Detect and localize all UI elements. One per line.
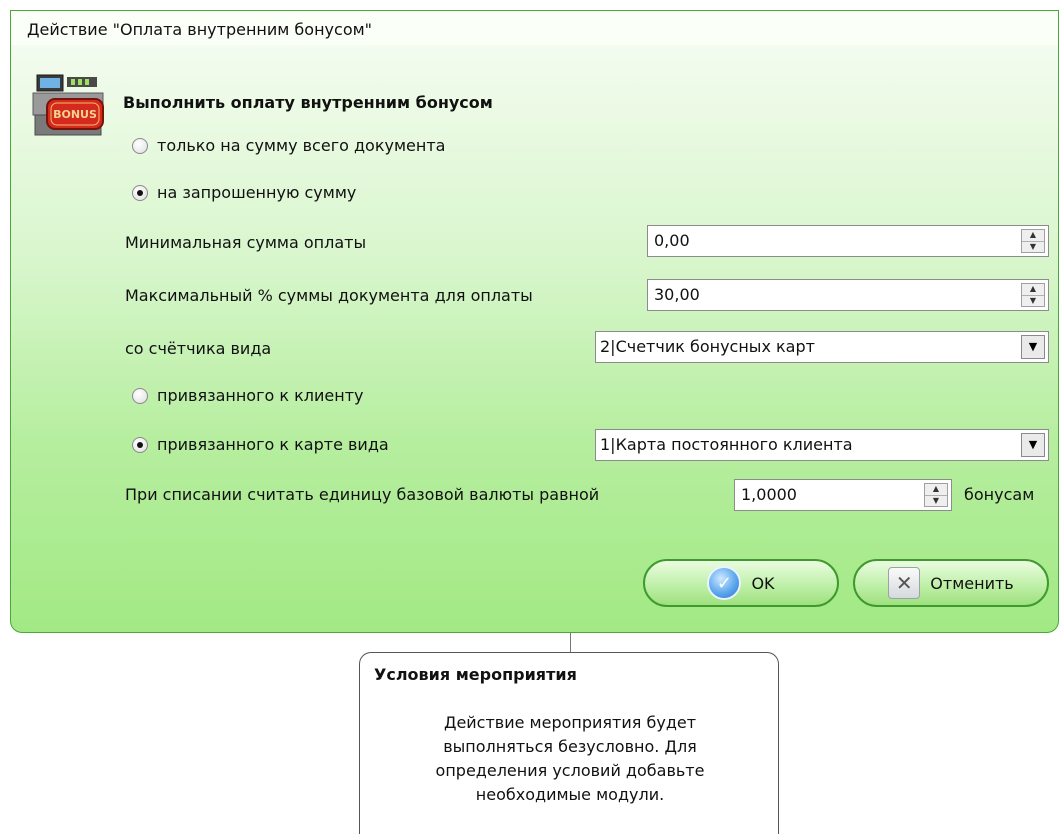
logo-text: BONUS [53, 108, 97, 121]
cancel-button-label: Отменить [930, 573, 1014, 593]
card-type-select[interactable]: 1|Карта постоянного клиента ▼ [595, 429, 1049, 461]
rate-field[interactable]: 1,0000 ▲ ▼ [734, 479, 952, 511]
ok-button-label: OK [751, 573, 775, 593]
conditions-note: Условия мероприятия Действие мероприятия… [359, 652, 779, 834]
radio-requested-sum-label[interactable]: на запрошенную сумму [157, 183, 356, 202]
radio-linked-card[interactable] [132, 437, 148, 453]
max-percent-label: Максимальный % суммы документа для оплат… [125, 286, 533, 305]
rate-label: При списании считать единицу базовой вал… [125, 485, 600, 504]
radio-linked-client-label[interactable]: привязанного к клиенту [157, 386, 364, 405]
max-percent-value: 30,00 [654, 285, 700, 304]
max-percent-field[interactable]: 30,00 ▲ ▼ [647, 279, 1049, 311]
note-title: Условия мероприятия [374, 665, 577, 684]
spin-down-icon[interactable]: ▼ [1022, 296, 1044, 307]
radio-linked-card-label[interactable]: привязанного к карте вида [157, 435, 389, 454]
rate-value: 1,0000 [741, 485, 797, 504]
spin-up-icon[interactable]: ▲ [1022, 284, 1044, 296]
form-heading: Выполнить оплату внутренним бонусом [123, 93, 493, 112]
card-type-value: 1|Карта постоянного клиента [600, 435, 853, 454]
radio-whole-document[interactable] [132, 138, 148, 154]
cancel-button[interactable]: ✕ Отменить [853, 559, 1049, 607]
rate-spinner[interactable]: ▲ ▼ [924, 483, 948, 507]
spin-down-icon[interactable]: ▼ [1022, 242, 1044, 253]
checkmark-icon: ✓ [707, 566, 742, 600]
max-percent-spinner[interactable]: ▲ ▼ [1021, 283, 1045, 307]
min-sum-spinner[interactable]: ▲ ▼ [1021, 229, 1045, 253]
radio-selected-dot [137, 190, 143, 196]
radio-whole-document-label[interactable]: только на сумму всего документа [157, 136, 445, 155]
window-title: Действие "Оплата внутренним бонусом" [27, 20, 373, 39]
radio-requested-sum[interactable] [132, 185, 148, 201]
title-bar: Действие "Оплата внутренним бонусом" [11, 11, 1058, 45]
counter-type-label: со счётчика вида [125, 339, 272, 358]
chevron-down-icon[interactable]: ▼ [1021, 335, 1045, 359]
action-dialog-panel: Действие "Оплата внутренним бонусом" BON… [10, 10, 1059, 633]
chevron-down-icon[interactable]: ▼ [1021, 433, 1045, 457]
spin-up-icon[interactable]: ▲ [1022, 230, 1044, 242]
radio-linked-client[interactable] [132, 388, 148, 404]
counter-type-value: 2|Счетчик бонусных карт [600, 337, 815, 356]
counter-type-select[interactable]: 2|Счетчик бонусных карт ▼ [595, 331, 1049, 363]
ok-button[interactable]: ✓ OK [643, 559, 839, 607]
radio-selected-dot [137, 442, 143, 448]
note-text: Действие мероприятия будет выполняться б… [435, 713, 705, 804]
min-sum-label: Минимальная сумма оплаты [125, 233, 367, 252]
min-sum-field[interactable]: 0,00 ▲ ▼ [647, 225, 1049, 257]
rate-suffix: бонусам [964, 485, 1035, 504]
spin-down-icon[interactable]: ▼ [925, 496, 947, 507]
cash-register-bonus-icon: BONUS [32, 74, 104, 136]
min-sum-value: 0,00 [654, 231, 690, 250]
spin-up-icon[interactable]: ▲ [925, 484, 947, 496]
close-icon: ✕ [888, 567, 921, 599]
